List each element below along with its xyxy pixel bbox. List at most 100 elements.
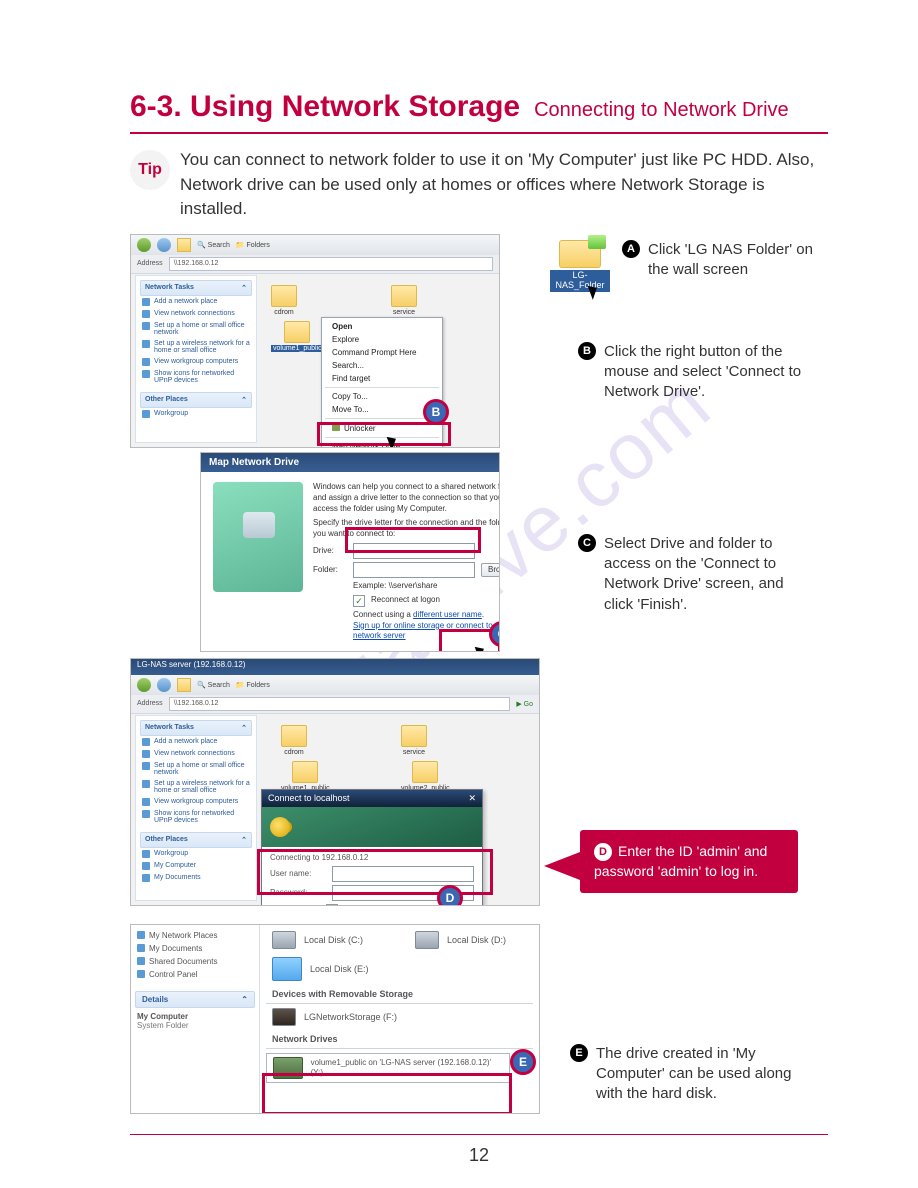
ctx-search[interactable]: Search... [322, 359, 442, 372]
ctx-explore[interactable]: Explore [322, 333, 442, 346]
nas-folder-desktop-icon[interactable]: LG-NAS_Folder [550, 240, 610, 292]
tip-badge: Tip [130, 150, 170, 190]
task-item[interactable]: Show icons for networked UPnP devices [140, 368, 252, 386]
other-item[interactable]: My Computer [140, 860, 252, 872]
diff-user-line: Connect using a different user name. [353, 610, 500, 621]
task-item[interactable]: View workgroup computers [140, 796, 252, 808]
screenshot-explorer-context: 🔍 Search 📁 Folders Address \\192.168.0.1… [130, 234, 500, 448]
explorer-toolbar: 🔍 Search 📁 Folders [131, 675, 539, 696]
screenshot-explorer-credentials: LG-NAS server (192.168.0.12) 🔍 Search 📁 … [130, 658, 540, 906]
cred-titlebar: Connect to localhost✕ [262, 790, 482, 807]
screenshot-my-computer: My Network Places My Documents Shared Do… [130, 924, 540, 1114]
other-item[interactable]: My Documents [140, 872, 252, 884]
forward-icon[interactable] [157, 238, 171, 252]
link-places[interactable]: My Network Places [135, 929, 255, 942]
page-number: 12 [130, 1134, 828, 1166]
forward-icon[interactable] [157, 678, 171, 692]
share-volume2[interactable]: volume2_public [401, 761, 450, 792]
task-item[interactable]: Set up a wireless network for a home or … [140, 338, 252, 356]
share-volume1[interactable]: volume1_public [281, 761, 330, 792]
ctx-open[interactable]: Open [322, 320, 442, 333]
ctx-cmd[interactable]: Command Prompt Here [322, 346, 442, 359]
step-badge-B: B [578, 342, 596, 360]
ctx-copyto[interactable]: Copy To... [322, 390, 442, 403]
step-C-text: Select Drive and folder to access on the… [604, 534, 804, 615]
up-icon[interactable] [177, 678, 191, 692]
reconnect-label: Reconnect at logon [371, 595, 440, 606]
callout-D: DEnter the ID 'admin' and password 'admi… [580, 830, 798, 893]
task-item[interactable]: Set up a home or small office network [140, 320, 252, 338]
toolbar-folders[interactable]: 📁 Folders [236, 681, 270, 689]
toolbar-search[interactable]: 🔍 Search [197, 681, 230, 689]
link-ctrl[interactable]: Control Panel [135, 968, 255, 981]
drive-c[interactable]: Local Disk (C:) [266, 927, 369, 953]
drive-e[interactable]: Local Disk (E:) [266, 953, 533, 985]
go-button[interactable]: ▶ Go [516, 700, 533, 708]
address-bar: Address \\192.168.0.12 ▶ Go [131, 695, 539, 714]
address-input[interactable]: \\192.168.0.12 [169, 257, 493, 271]
share-service[interactable]: service [391, 285, 417, 316]
keys-icon [270, 817, 290, 837]
diff-user-link[interactable]: different user name [413, 610, 482, 619]
ctx-findtarget[interactable]: Find target [322, 372, 442, 385]
task-item[interactable]: Set up a wireless network for a home or … [140, 778, 252, 796]
other-places-header[interactable]: Other Places⌃ [140, 832, 252, 848]
details-header[interactable]: Details⌃ [135, 991, 255, 1008]
other-places-header[interactable]: Other Places⌃ [140, 392, 252, 408]
task-item[interactable]: View workgroup computers [140, 356, 252, 368]
drive-d[interactable]: Local Disk (D:) [409, 927, 512, 953]
share-volume1[interactable]: volume1_public [271, 321, 324, 352]
reconnect-checkbox[interactable]: ✓ [353, 595, 365, 607]
task-item[interactable]: View network connections [140, 748, 252, 760]
netdrives-header: Network Drives [266, 1030, 533, 1049]
step-E-text: The drive created in 'My Computer' can b… [596, 1044, 796, 1105]
folder-label: Folder: [313, 565, 347, 576]
explorer-sidebar: Network Tasks⌃ Add a network place View … [135, 715, 257, 901]
explorer-sidebar: Network Tasks⌃ Add a network place View … [135, 275, 257, 443]
drive-label: Drive: [313, 546, 347, 557]
toolbar-folders[interactable]: 📁 Folders [236, 241, 270, 249]
toolbar-search[interactable]: 🔍 Search [197, 241, 230, 249]
address-input[interactable]: \\192.168.0.12 [169, 697, 511, 711]
section-number: 6-3. Using Network Storage [130, 90, 520, 124]
network-tasks-header[interactable]: Network Tasks⌃ [140, 720, 252, 736]
highlight-drive-combo [345, 527, 481, 553]
drive-removable[interactable]: LGNetworkStorage (F:) [266, 1004, 533, 1030]
share-service[interactable]: service [401, 725, 427, 756]
dialog-artwork [213, 482, 303, 592]
step-E: E The drive created in 'My Computer' can… [570, 1044, 796, 1105]
step-badge-A: A [622, 240, 640, 258]
address-bar: Address \\192.168.0.12 [131, 255, 499, 274]
close-icon[interactable]: ✕ [468, 793, 476, 804]
link-docs[interactable]: My Documents [135, 942, 255, 955]
remember-checkbox[interactable] [326, 904, 338, 906]
task-item[interactable]: Set up a home or small office network [140, 760, 252, 778]
link-shared[interactable]: Shared Documents [135, 955, 255, 968]
task-item[interactable]: Add a network place [140, 296, 252, 308]
highlight-map-drive [317, 422, 451, 446]
task-item[interactable]: Show icons for networked UPnP devices [140, 808, 252, 826]
share-cdrom[interactable]: cdrom [281, 725, 307, 756]
other-item[interactable]: Workgroup [140, 408, 252, 420]
address-label: Address [137, 700, 163, 707]
dialog-title: Map Network Drive [201, 453, 499, 472]
other-item[interactable]: Workgroup [140, 848, 252, 860]
hotspot-E: E [510, 1049, 536, 1075]
share-cdrom[interactable]: cdrom [271, 285, 297, 316]
hotspot-B: B [423, 399, 449, 425]
up-icon[interactable] [177, 238, 191, 252]
example-text: Example: \\server\share [353, 581, 500, 592]
step-badge-D: D [594, 843, 612, 861]
folder-input[interactable] [353, 562, 475, 578]
back-icon[interactable] [137, 678, 151, 692]
task-item[interactable]: Add a network place [140, 736, 252, 748]
back-icon[interactable] [137, 238, 151, 252]
removable-header: Devices with Removable Storage [266, 985, 533, 1004]
step-badge-E: E [570, 1044, 588, 1062]
task-item[interactable]: View network connections [140, 308, 252, 320]
section-subtitle: Connecting to Network Drive [534, 99, 789, 122]
network-tasks-header[interactable]: Network Tasks⌃ [140, 280, 252, 296]
details-title: My Computer [137, 1012, 253, 1021]
cred-artwork [262, 807, 482, 847]
browse-button[interactable]: Browse... [481, 563, 500, 578]
